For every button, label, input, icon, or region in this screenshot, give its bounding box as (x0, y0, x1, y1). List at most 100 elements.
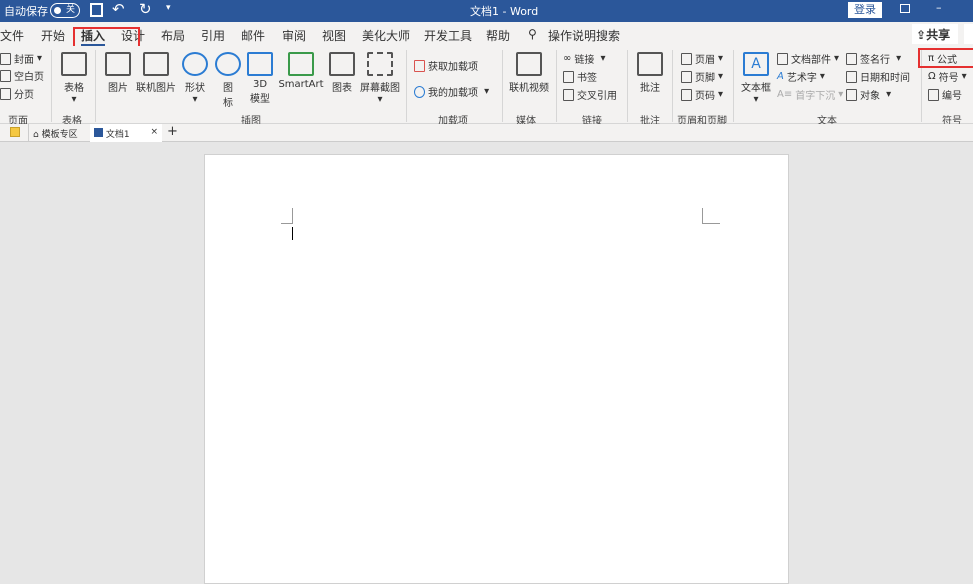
addins-icon (414, 85, 425, 98)
screenshot-button[interactable]: 屏幕截图 ▾ (359, 52, 401, 105)
template-tab[interactable]: ⌂ 模板专区 (28, 124, 88, 142)
smartart-button[interactable]: SmartArt (278, 52, 324, 90)
login-button[interactable]: 登录 (848, 2, 882, 18)
label: 我的加载项 (428, 88, 478, 99)
label: 编号 (942, 91, 962, 102)
ribbon-tabs: 文件 开始 插入 设计 布局 引用 邮件 审阅 视图 美化大师 开发工具 帮助 … (0, 22, 973, 46)
folder-icon[interactable] (10, 127, 20, 137)
customize-qat-icon[interactable]: ▾ (166, 3, 171, 13)
blank-page-button[interactable]: 空白页 (0, 68, 44, 83)
tab-help[interactable]: 帮助 (486, 27, 510, 44)
save-icon[interactable] (90, 3, 103, 17)
document-page[interactable] (204, 154, 789, 584)
page-number-button[interactable]: 页码 ▾ (681, 87, 723, 102)
highlight-equation (918, 48, 973, 68)
document-tabs: ⌂ 模板专区 文档1 × + (0, 124, 973, 142)
header-button[interactable]: 页眉 ▾ (681, 51, 723, 66)
label: 封面 (14, 55, 34, 66)
link-icon: ∞ (563, 53, 572, 64)
pictures-button[interactable]: 图片 (104, 52, 132, 94)
omega-icon: Ω (928, 71, 936, 82)
tab-home[interactable]: 开始 (41, 27, 65, 44)
drop-cap-icon: A≡ (777, 89, 793, 100)
divider (406, 50, 407, 122)
chart-icon (329, 52, 355, 76)
label: 首字下沉 (795, 91, 836, 102)
label: 页眉 (695, 55, 715, 66)
page-number-icon (681, 88, 692, 101)
icons-button[interactable]: 图 标 (214, 52, 242, 109)
page-break-button[interactable]: 分页 (0, 86, 34, 101)
label: 页码 (695, 91, 715, 102)
ribbon-display-icon[interactable] (900, 4, 910, 13)
label: 批注 (640, 83, 660, 94)
new-tab-icon[interactable]: + (167, 124, 178, 139)
label: 日期和时间 (860, 73, 910, 84)
quick-parts-button[interactable]: 文档部件 ▾ (777, 51, 839, 66)
label: 链接 (574, 55, 595, 66)
table-button[interactable]: 表格 ▾ (60, 52, 88, 105)
tab-meihua[interactable]: 美化大师 (362, 27, 410, 44)
autosave-toggle[interactable]: 关 (50, 3, 80, 18)
tab-mailings[interactable]: 邮件 (241, 27, 265, 44)
cross-reference-button[interactable]: 交叉引用 (563, 87, 617, 102)
link-button[interactable]: ∞ 链接 ▾ (563, 51, 606, 66)
ribbon: 封面 ▾ 空白页 分页 页面 表格 ▾ 表格 图片 联机图片 形状 ▾ 图 标 3D … (0, 46, 973, 127)
shapes-button[interactable]: 形状 ▾ (181, 52, 209, 105)
online-picture-icon (143, 52, 169, 76)
textbox-button[interactable]: A 文本框 ▾ (739, 52, 773, 105)
share-icon: ⇪ (916, 28, 927, 42)
document-tab[interactable]: 文档1 × (90, 124, 162, 142)
label: 页脚 (695, 73, 715, 84)
title-bar: 自动保存 关 ↶ ↻ ▾ 文档1 - Word 登录 – (0, 0, 973, 22)
date-time-button[interactable]: 日期和时间 (846, 69, 910, 84)
3d-models-button[interactable]: 3D 模型 (246, 52, 274, 105)
tab-file[interactable]: 文件 (0, 27, 24, 44)
number-icon (928, 88, 939, 101)
cover-page-button[interactable]: 封面 ▾ (0, 51, 42, 66)
comments-button[interactable] (964, 24, 973, 44)
symbol-button[interactable]: Ω 符号 ▾ (928, 69, 967, 84)
wordart-button[interactable]: A 艺术字 ▾ (777, 69, 825, 84)
my-addins-button[interactable]: 我的加载项 ▾ (414, 84, 489, 99)
tell-me-search[interactable]: 操作说明搜索 (548, 27, 620, 44)
number-button[interactable]: 编号 (928, 87, 962, 102)
divider (733, 50, 734, 122)
label: 形状 (185, 83, 205, 94)
home-icon: ⌂ (33, 130, 39, 140)
divider (51, 50, 52, 122)
word-icon (94, 128, 103, 137)
tab-view[interactable]: 视图 (322, 27, 346, 44)
margin-mark-right (702, 208, 720, 224)
tab-review[interactable]: 审阅 (282, 27, 306, 44)
footer-icon (681, 70, 692, 83)
online-pictures-button[interactable]: 联机图片 (135, 52, 177, 94)
divider (627, 50, 628, 122)
cross-reference-icon (563, 88, 574, 101)
label: 对象 (860, 91, 880, 102)
footer-button[interactable]: 页脚 ▾ (681, 69, 723, 84)
header-icon (681, 52, 692, 65)
bookmark-button[interactable]: 书签 (563, 69, 597, 84)
online-video-button[interactable]: 联机视频 (507, 52, 551, 94)
share-label: 共享 (926, 28, 951, 42)
undo-icon[interactable]: ↶ (112, 0, 125, 18)
tab-layout[interactable]: 布局 (161, 27, 185, 44)
label: 书签 (577, 73, 597, 84)
tab-references[interactable]: 引用 (201, 27, 225, 44)
shapes-icon (182, 52, 208, 76)
share-button[interactable]: ⇪共享 (912, 24, 958, 44)
get-addins-button[interactable]: 获取加载项 (414, 58, 478, 73)
chart-button[interactable]: 图表 (328, 52, 356, 94)
search-icon: ⚲ (528, 27, 537, 41)
comment-button[interactable]: 批注 (636, 52, 664, 94)
minimize-icon[interactable]: – (936, 1, 942, 14)
close-tab-icon[interactable]: × (150, 127, 158, 137)
tab-developer[interactable]: 开发工具 (424, 27, 472, 44)
signature-line-button[interactable]: 签名行 ▾ (846, 51, 901, 66)
label: 空白页 (14, 72, 44, 83)
signature-icon (846, 52, 857, 65)
redo-icon[interactable]: ↻ (139, 0, 152, 18)
label: 表格 (64, 83, 84, 94)
object-button[interactable]: 对象 ▾ (846, 87, 891, 102)
